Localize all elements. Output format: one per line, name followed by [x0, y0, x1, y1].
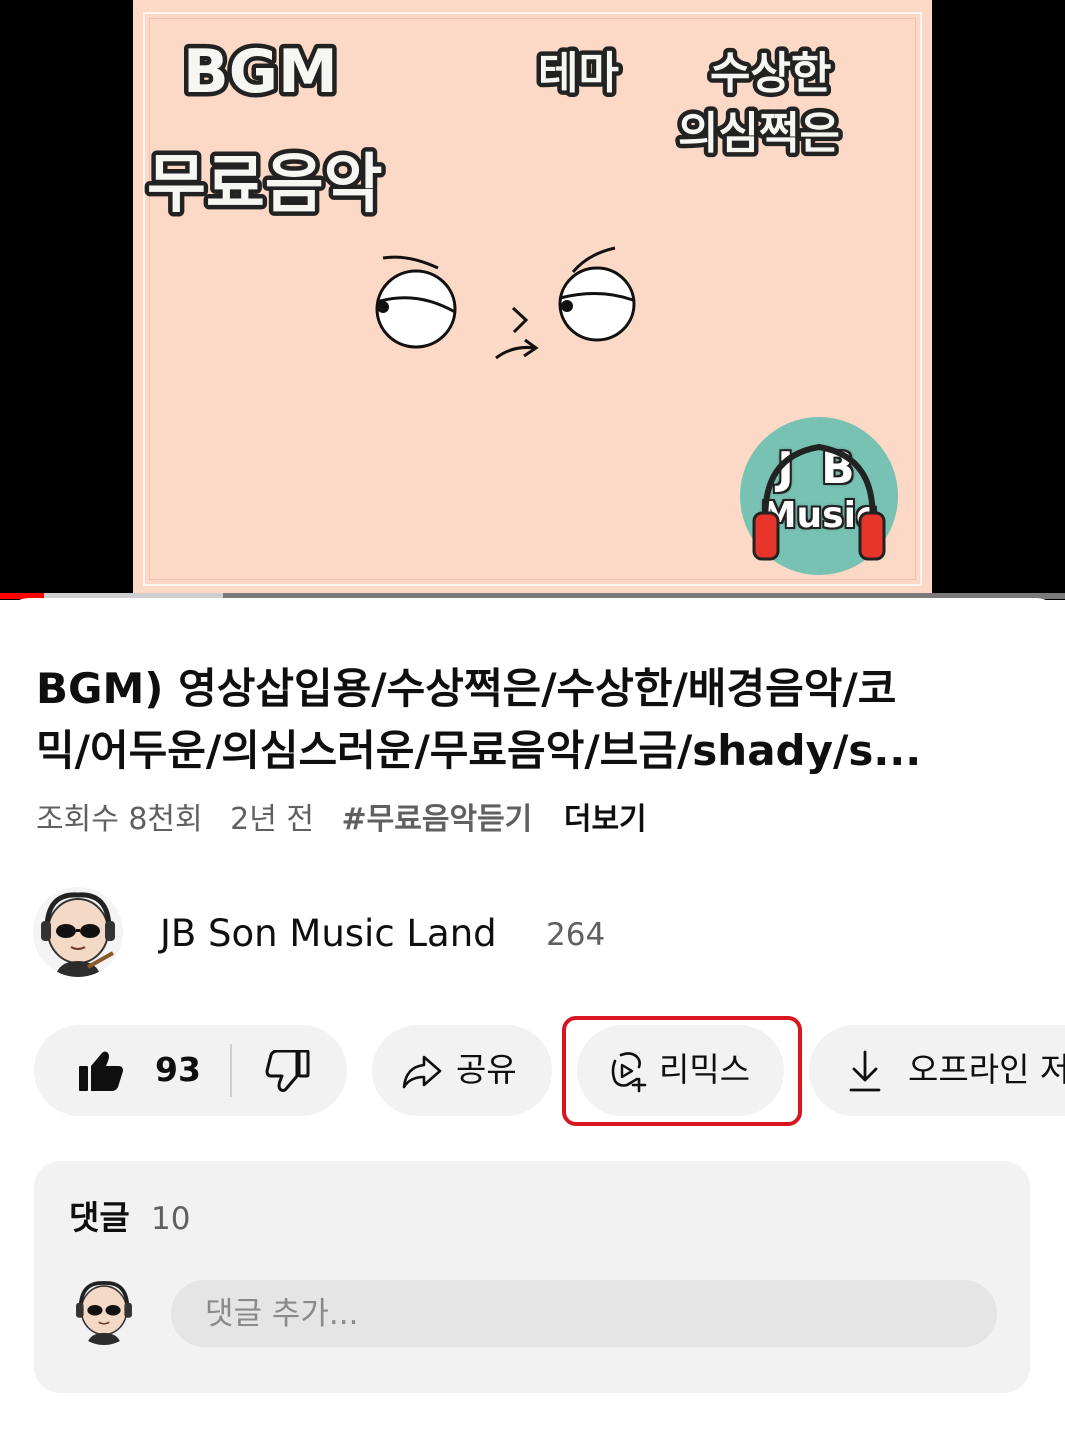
- share-button[interactable]: 공유: [372, 1025, 552, 1116]
- channel-name[interactable]: JB Son Music Land: [160, 911, 497, 957]
- like-divider: [230, 1044, 232, 1097]
- face-mouth-drawing: [495, 306, 539, 360]
- more-button[interactable]: 더보기: [564, 802, 647, 837]
- video-player[interactable]: BGM 무료음악 테마 수상한 의심쩍은 J B Music: [0, 0, 1065, 600]
- share-label: 공유: [456, 1050, 517, 1089]
- avatar-illustration-icon: [33, 887, 123, 977]
- video-title-line-1: BGM) 영상삽입용/수상쩍은/수상한/배경음악/코: [36, 664, 897, 713]
- like-dislike-pill: 93: [34, 1025, 347, 1116]
- remix-highlight-box: [562, 1016, 802, 1126]
- comments-panel[interactable]: 댓글 10: [34, 1161, 1030, 1393]
- channel-avatar[interactable]: [33, 887, 123, 977]
- thumbnail-text-doubtful: 의심쩍은: [678, 108, 840, 159]
- offline-save-label: 오프라인 저: [908, 1050, 1065, 1089]
- channel-row[interactable]: JB Son Music Land 264: [33, 887, 733, 981]
- like-count: 93: [155, 1050, 201, 1089]
- thumbs-up-icon: [79, 1051, 123, 1091]
- hashtag-link[interactable]: #무료음악듣기: [342, 802, 533, 837]
- video-title-line-2: 믹/어두운/의심스러운/무료음악/브금/shady/s...: [36, 726, 922, 775]
- headphone-icon: [752, 443, 886, 561]
- comments-title: 댓글: [69, 1198, 130, 1237]
- comment-input[interactable]: [171, 1280, 997, 1347]
- thumbnail-text-theme: 테마: [538, 48, 619, 99]
- video-meta[interactable]: 조회수 8천회 2년 전 #무료음악듣기 더보기: [36, 800, 665, 840]
- comments-count: 10: [151, 1201, 191, 1237]
- thumbnail-text-bgm: BGM: [183, 37, 338, 107]
- right-eye-drawing: [558, 246, 636, 342]
- thumbnail-text-suspicious: 수상한: [710, 48, 831, 99]
- view-count: 조회수 8천회: [36, 802, 203, 837]
- video-title[interactable]: BGM) 영상삽입용/수상쩍은/수상한/배경음악/코 믹/어두운/의심스러운/무…: [36, 658, 1026, 782]
- offline-save-button[interactable]: 오프라인 저: [809, 1025, 1065, 1116]
- thumbnail-text-free-music: 무료음악: [147, 148, 383, 222]
- thumbs-down-icon: [265, 1050, 310, 1092]
- left-eye-drawing: [375, 255, 457, 349]
- user-avatar: [70, 1277, 138, 1345]
- user-avatar-icon: [70, 1277, 138, 1345]
- download-icon: [849, 1050, 881, 1092]
- upload-age: 2년 전: [230, 802, 314, 837]
- subscriber-count: 264: [546, 917, 606, 953]
- share-arrow-icon: [402, 1055, 442, 1089]
